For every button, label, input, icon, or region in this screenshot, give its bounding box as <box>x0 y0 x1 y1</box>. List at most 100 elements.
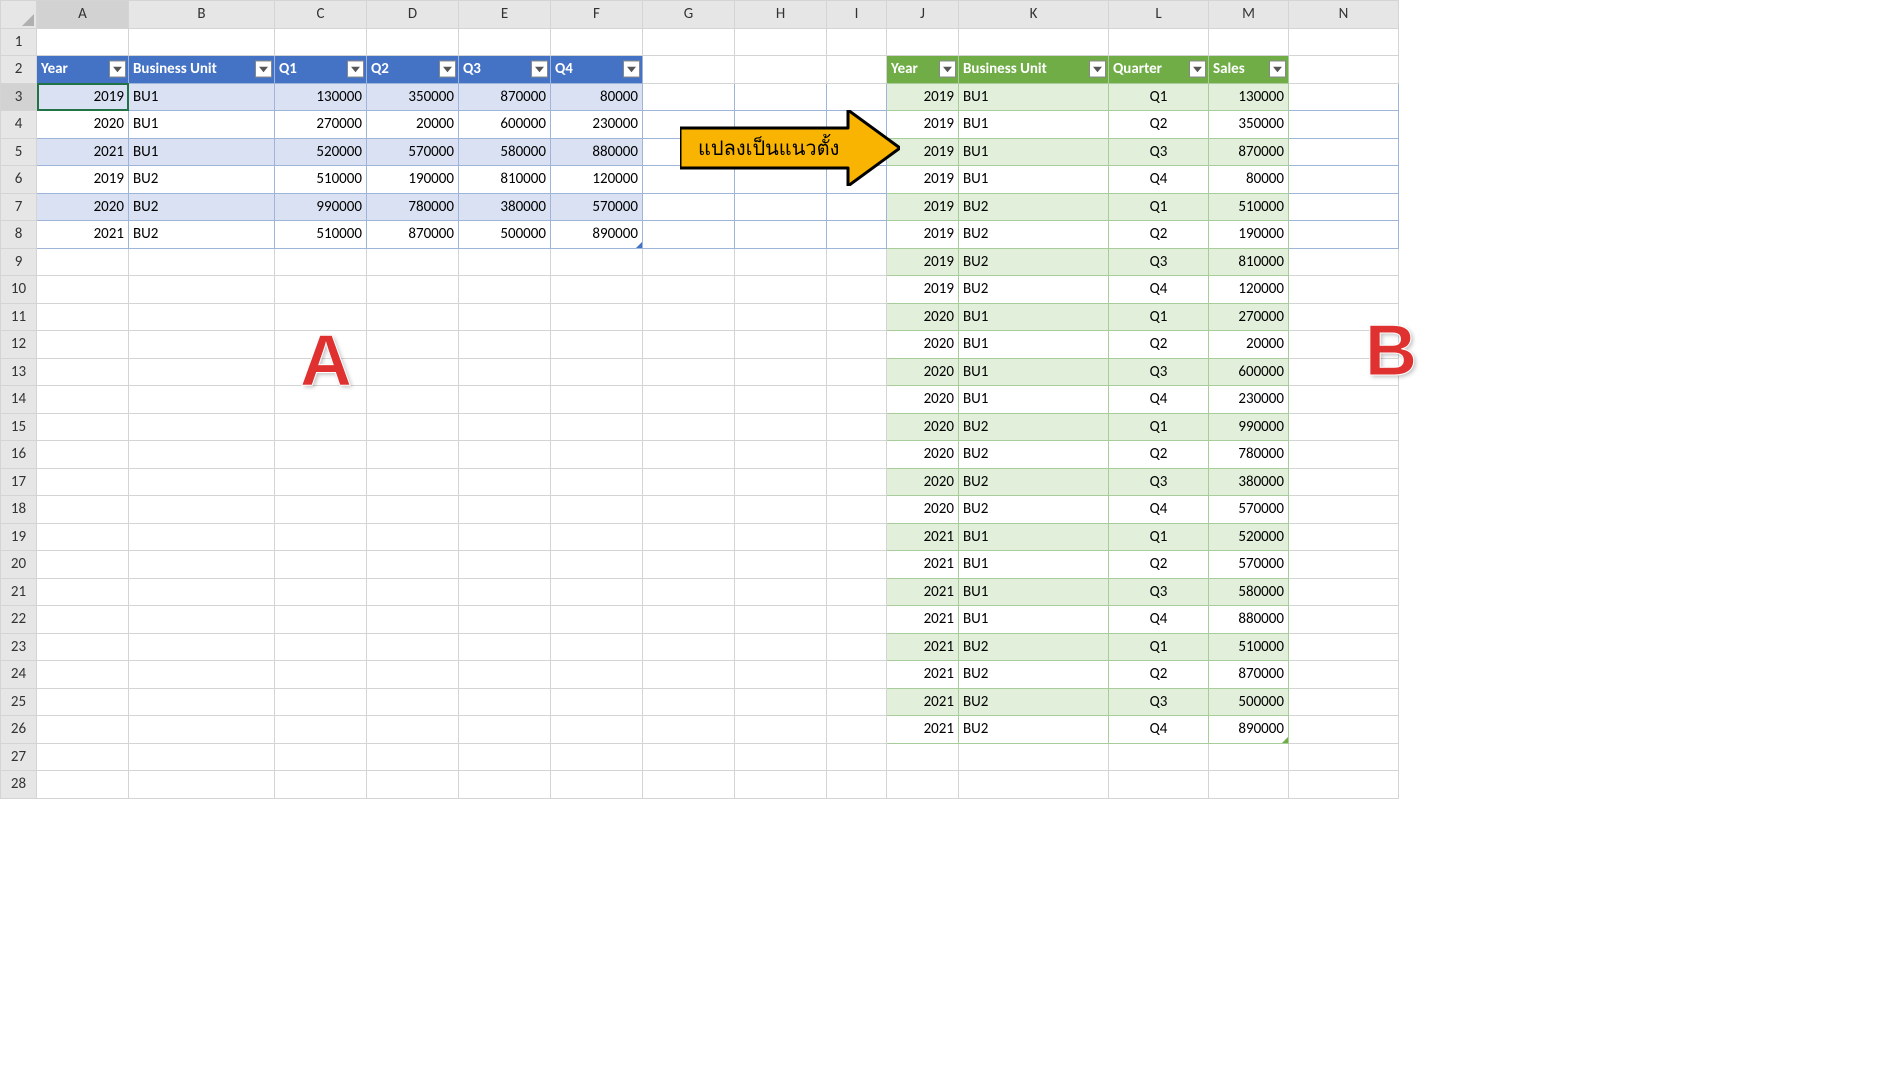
cell-B1[interactable] <box>129 28 275 56</box>
cell-A27[interactable] <box>37 743 129 771</box>
row-header-13[interactable]: 13 <box>1 358 37 386</box>
cell-D1[interactable] <box>367 28 459 56</box>
cell-M1[interactable] <box>1209 28 1289 56</box>
cell-G21[interactable] <box>643 578 735 606</box>
cell-A26[interactable] <box>37 716 129 744</box>
cell-C9[interactable] <box>275 248 367 276</box>
cell-H1[interactable] <box>735 28 827 56</box>
cell-E18[interactable] <box>459 496 551 524</box>
cell-L27[interactable] <box>1109 743 1209 771</box>
cell-F9[interactable] <box>551 248 643 276</box>
cell-K15[interactable]: BU2 <box>959 413 1109 441</box>
cell-H17[interactable] <box>735 468 827 496</box>
cell-I11[interactable] <box>827 303 887 331</box>
cell-J16[interactable]: 2020 <box>887 441 959 469</box>
col-header-J[interactable]: J <box>887 1 959 29</box>
cell-H2[interactable] <box>735 56 827 84</box>
cell-C2[interactable]: Q1 <box>275 56 367 84</box>
cell-C16[interactable] <box>275 441 367 469</box>
row-header-1[interactable]: 1 <box>1 28 37 56</box>
cell-J24[interactable]: 2021 <box>887 661 959 689</box>
cell-N27[interactable] <box>1289 743 1399 771</box>
cell-B17[interactable] <box>129 468 275 496</box>
cell-N26[interactable] <box>1289 716 1399 744</box>
cell-I28[interactable] <box>827 771 887 799</box>
cell-H13[interactable] <box>735 358 827 386</box>
cell-I20[interactable] <box>827 551 887 579</box>
cell-E2[interactable]: Q3 <box>459 56 551 84</box>
cell-A12[interactable] <box>37 331 129 359</box>
cell-F10[interactable] <box>551 276 643 304</box>
cell-C1[interactable] <box>275 28 367 56</box>
cell-F16[interactable] <box>551 441 643 469</box>
cell-N18[interactable] <box>1289 496 1399 524</box>
cell-I3[interactable] <box>827 83 887 111</box>
cell-N20[interactable] <box>1289 551 1399 579</box>
cell-D8[interactable]: 870000 <box>367 221 459 249</box>
cell-I22[interactable] <box>827 606 887 634</box>
cell-D3[interactable]: 350000 <box>367 83 459 111</box>
cell-A4[interactable]: 2020 <box>37 111 129 139</box>
cell-F24[interactable] <box>551 661 643 689</box>
cell-G16[interactable] <box>643 441 735 469</box>
cell-E28[interactable] <box>459 771 551 799</box>
cell-E26[interactable] <box>459 716 551 744</box>
row-header-22[interactable]: 22 <box>1 606 37 634</box>
cell-M8[interactable]: 190000 <box>1209 221 1289 249</box>
cell-C18[interactable] <box>275 496 367 524</box>
cell-G14[interactable] <box>643 386 735 414</box>
cell-E9[interactable] <box>459 248 551 276</box>
cell-F2[interactable]: Q4 <box>551 56 643 84</box>
cell-N2[interactable] <box>1289 56 1399 84</box>
cell-E6[interactable]: 810000 <box>459 166 551 194</box>
cell-G1[interactable] <box>643 28 735 56</box>
cell-A14[interactable] <box>37 386 129 414</box>
col-header-M[interactable]: M <box>1209 1 1289 29</box>
row-header-2[interactable]: 2 <box>1 56 37 84</box>
col-header-C[interactable]: C <box>275 1 367 29</box>
cell-F5[interactable]: 880000 <box>551 138 643 166</box>
cell-J21[interactable]: 2021 <box>887 578 959 606</box>
cell-K18[interactable]: BU2 <box>959 496 1109 524</box>
cell-N28[interactable] <box>1289 771 1399 799</box>
cell-J1[interactable] <box>887 28 959 56</box>
row-header-26[interactable]: 26 <box>1 716 37 744</box>
cell-C20[interactable] <box>275 551 367 579</box>
cell-G8[interactable] <box>643 221 735 249</box>
cell-N15[interactable] <box>1289 413 1399 441</box>
cell-K9[interactable]: BU2 <box>959 248 1109 276</box>
cell-D11[interactable] <box>367 303 459 331</box>
cell-F15[interactable] <box>551 413 643 441</box>
cell-D21[interactable] <box>367 578 459 606</box>
cell-L5[interactable]: Q3 <box>1109 138 1209 166</box>
cell-F22[interactable] <box>551 606 643 634</box>
cell-L14[interactable]: Q4 <box>1109 386 1209 414</box>
row-header-4[interactable]: 4 <box>1 111 37 139</box>
cell-N6[interactable] <box>1289 166 1399 194</box>
cell-D5[interactable]: 570000 <box>367 138 459 166</box>
cell-I15[interactable] <box>827 413 887 441</box>
filter-dropdown-icon[interactable] <box>255 61 272 78</box>
col-header-B[interactable]: B <box>129 1 275 29</box>
col-header-F[interactable]: F <box>551 1 643 29</box>
cell-G22[interactable] <box>643 606 735 634</box>
cell-N8[interactable] <box>1289 221 1399 249</box>
cell-B13[interactable] <box>129 358 275 386</box>
cell-M18[interactable]: 570000 <box>1209 496 1289 524</box>
cell-H14[interactable] <box>735 386 827 414</box>
cell-C22[interactable] <box>275 606 367 634</box>
cell-M25[interactable]: 500000 <box>1209 688 1289 716</box>
cell-E27[interactable] <box>459 743 551 771</box>
cell-J19[interactable]: 2021 <box>887 523 959 551</box>
cell-B11[interactable] <box>129 303 275 331</box>
cell-C17[interactable] <box>275 468 367 496</box>
cell-H12[interactable] <box>735 331 827 359</box>
cell-E8[interactable]: 500000 <box>459 221 551 249</box>
cell-A18[interactable] <box>37 496 129 524</box>
cell-F8[interactable]: 890000 <box>551 221 643 249</box>
cell-M10[interactable]: 120000 <box>1209 276 1289 304</box>
cell-A5[interactable]: 2021 <box>37 138 129 166</box>
cell-J28[interactable] <box>887 771 959 799</box>
cell-N5[interactable] <box>1289 138 1399 166</box>
cell-K28[interactable] <box>959 771 1109 799</box>
